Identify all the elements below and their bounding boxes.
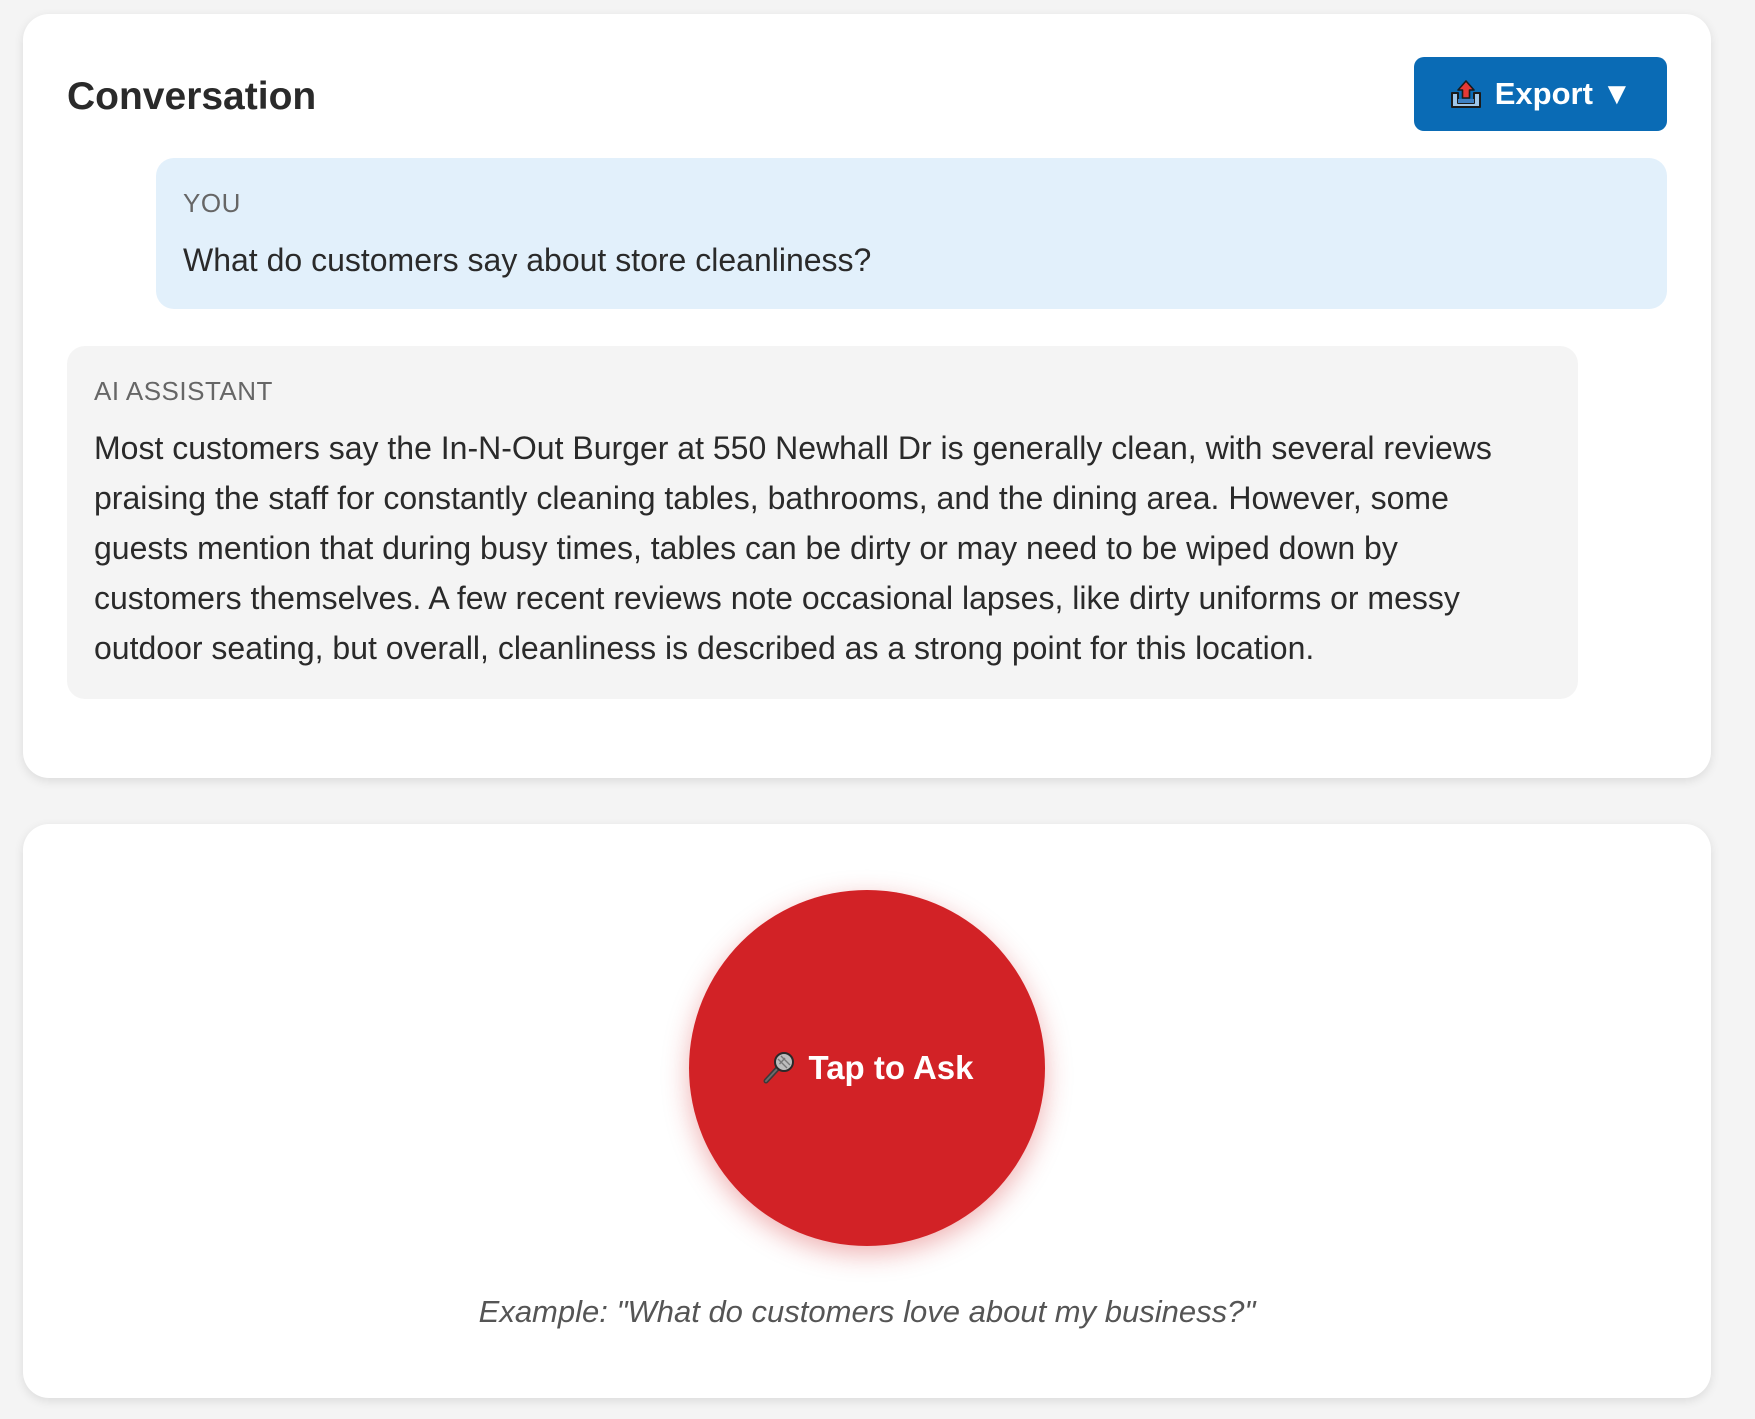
- assistant-message-text: Most customers say the In-N-Out Burger a…: [94, 430, 1492, 667]
- example-prompt: Example: "What do customers love about m…: [478, 1294, 1256, 1329]
- ask-card: Tap to Ask Example: "What do customers l…: [23, 824, 1711, 1398]
- assistant-message-role: AI ASSISTANT: [94, 376, 273, 406]
- conversation-title: Conversation: [67, 75, 317, 118]
- user-message: YOU What do customers say about store cl…: [156, 158, 1667, 309]
- user-message-text: What do customers say about store cleanl…: [183, 242, 872, 279]
- assistant-message: AI ASSISTANT Most customers say the In-N…: [67, 346, 1578, 699]
- microphone-icon: [760, 1050, 796, 1086]
- user-message-role: YOU: [183, 188, 241, 218]
- tap-to-ask-button[interactable]: Tap to Ask: [689, 890, 1045, 1246]
- tap-to-ask-label: Tap to Ask: [808, 1049, 974, 1086]
- conversation-card: Conversation Export ▼ YOU What do custom…: [23, 14, 1711, 778]
- export-upload-icon: [1449, 79, 1483, 109]
- export-button[interactable]: Export ▼: [1414, 57, 1667, 131]
- export-button-label: Export ▼: [1494, 76, 1633, 111]
